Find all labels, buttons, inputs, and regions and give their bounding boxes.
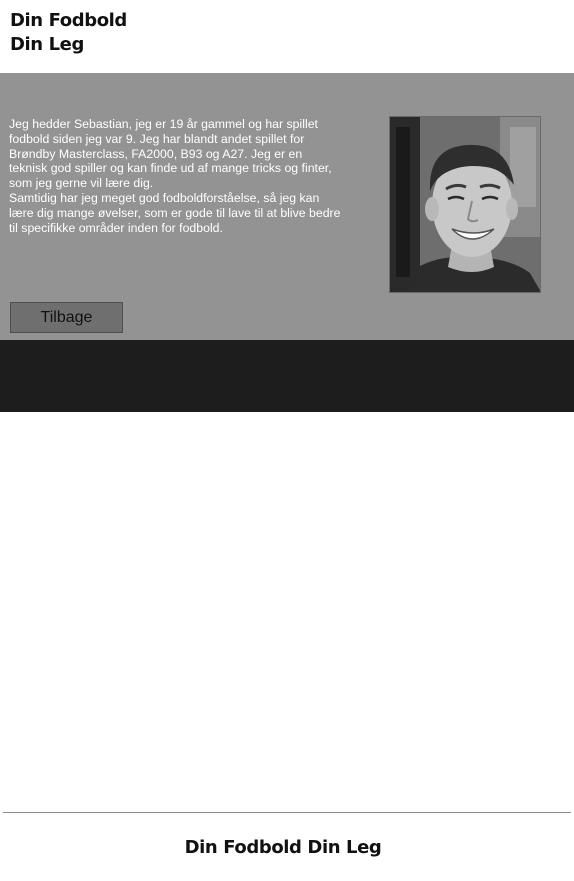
logo-line-1: Din Fodbold [10,10,127,31]
footer-brand: Din Fodbold Din Leg [184,837,382,858]
bio-line: teknisk god spiller og kan finde ud af m… [9,161,332,176]
bio-line: fodbold siden jeg var 9. Jeg har blandt … [9,131,305,146]
footer-divider [3,812,571,813]
logo-line-2: Din Leg [10,34,84,55]
bio-line: Jeg hedder Sebastian, jeg er 19 år gamme… [9,117,318,131]
bio-line: Brøndby Masterclass, FA2000, B93 og A27.… [9,146,303,161]
bio-line: som jeg gerne vil lære dig. [9,176,154,191]
profile-photo [389,116,541,293]
bio-line: til specifikke områder inden for fodbold… [9,220,223,235]
profile-section: Jeg hedder Sebastian, jeg er 19 år gamme… [0,73,574,340]
bio-line: Samtidig har jeg meget god fodboldforstå… [9,190,320,205]
dark-band [0,340,574,412]
back-button[interactable]: Tilbage [10,302,123,333]
site-logo[interactable]: Din Fodbold Din Leg [10,9,127,57]
bio-line: lære dig mange øvelser, som er gode til … [9,205,341,220]
site-header: Din Fodbold Din Leg [0,0,574,73]
profile-bio: Jeg hedder Sebastian, jeg er 19 år gamme… [9,117,374,235]
